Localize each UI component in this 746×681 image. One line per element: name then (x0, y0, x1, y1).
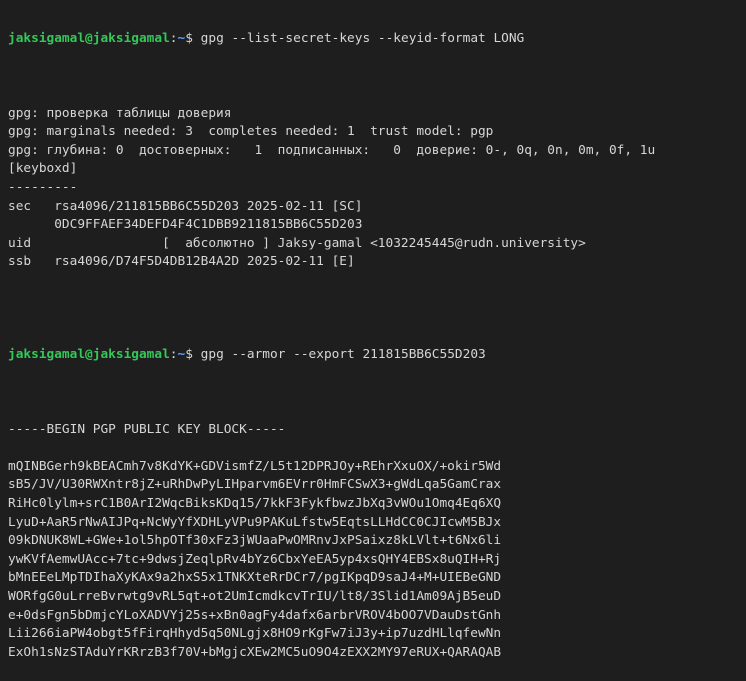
prompt-symbol: $ (185, 31, 193, 47)
terminal-window[interactable]: jaksigamal@jaksigamal:~$ gpg --list-secr… (0, 0, 746, 660)
output-line: bMnEEeLMpTDIhaXyKAx9a2hxS5x1TNKXteRrDCr7… (8, 570, 502, 586)
command-text: gpg --list-secret-keys --keyid-format LO… (200, 31, 525, 47)
output-line: --------- (8, 179, 78, 195)
output-line: uid [ абсолютно ] Jaksy-gamal <103224544… (8, 235, 586, 251)
output-line: 09kDNUK8WL+GWe+1ol5hpOTf30xFz3jWUaaPwOMR… (8, 533, 502, 549)
output-line: gpg: marginals needed: 3 completes neede… (8, 124, 494, 140)
command-output-2: -----BEGIN PGP PUBLIC KEY BLOCK----- mQIN… (8, 421, 738, 663)
output-line: 0DC9FFAEF34DEFD4F4C1DBB9211815BB6C55D203 (8, 217, 363, 233)
output-line: sB5/JV/U30RWXntr8jZ+uRhDwPyLIHparvm6EVrr… (8, 477, 502, 493)
output-line: sec rsa4096/211815BB6C55D203 2025-02-11 … (8, 198, 363, 214)
output-line: [keyboxd] (8, 161, 78, 177)
output-line: ywKVfAemwUAcc+7tc+9dwsjZeqlpRv4bYz6CbxYe… (8, 551, 502, 567)
output-line: gpg: проверка таблицы доверия (8, 105, 232, 121)
prompt-user-host: jaksigamal@jaksigamal (8, 31, 170, 47)
output-line: -----BEGIN PGP PUBLIC KEY BLOCK----- (8, 421, 286, 437)
output-line: LyuD+AaR5rNwAIJPq+NcWyYfXDHLyVPu9PAKuLfs… (8, 514, 502, 530)
output-line: RiHc0lylm+srC1B0ArI2WqcBiksKDq15/7kkF3Fy… (8, 496, 502, 512)
output-line: e+0dsFgn5bDmjcYLoXADVYj25s+xBn0agFy4dafx… (8, 607, 502, 623)
output-line: gpg: глубина: 0 достоверных: 1 подписанн… (8, 142, 656, 158)
output-line: mQINBGerh9kBEACmh7v8KdYK+GDVismfZ/L5t12D… (8, 458, 502, 474)
prompt-line-1: jaksigamal@jaksigamal:~$ gpg --list-secr… (8, 30, 738, 49)
prompt-symbol: $ (185, 347, 193, 363)
prompt-line-2: jaksigamal@jaksigamal:~$ gpg --armor --e… (8, 346, 738, 365)
prompt-separator: : (169, 347, 178, 363)
command-output-1: gpg: проверка таблицы доверия gpg: margin… (8, 105, 738, 291)
output-line: WORfgG0uLrreBvrwtg9vRL5qt+ot2UmIcmdkcvTr… (8, 589, 502, 604)
output-line: ExOh1sNzSTAduYrKRrzB3f70V+bMgjcXEw2MC5uO… (8, 644, 502, 660)
command-text: gpg --armor --export 211815BB6C55D203 (200, 347, 486, 363)
prompt-user-host: jaksigamal@jaksigamal (8, 347, 170, 363)
prompt-separator: : (169, 31, 178, 47)
output-line: ssb rsa4096/D74F5D4DB12B4A2D 2025-02-11 … (8, 254, 355, 270)
output-line: Lii266iaPW4obgt5fFirqHhyd5q50NLgjx8HO9rK… (8, 626, 502, 642)
